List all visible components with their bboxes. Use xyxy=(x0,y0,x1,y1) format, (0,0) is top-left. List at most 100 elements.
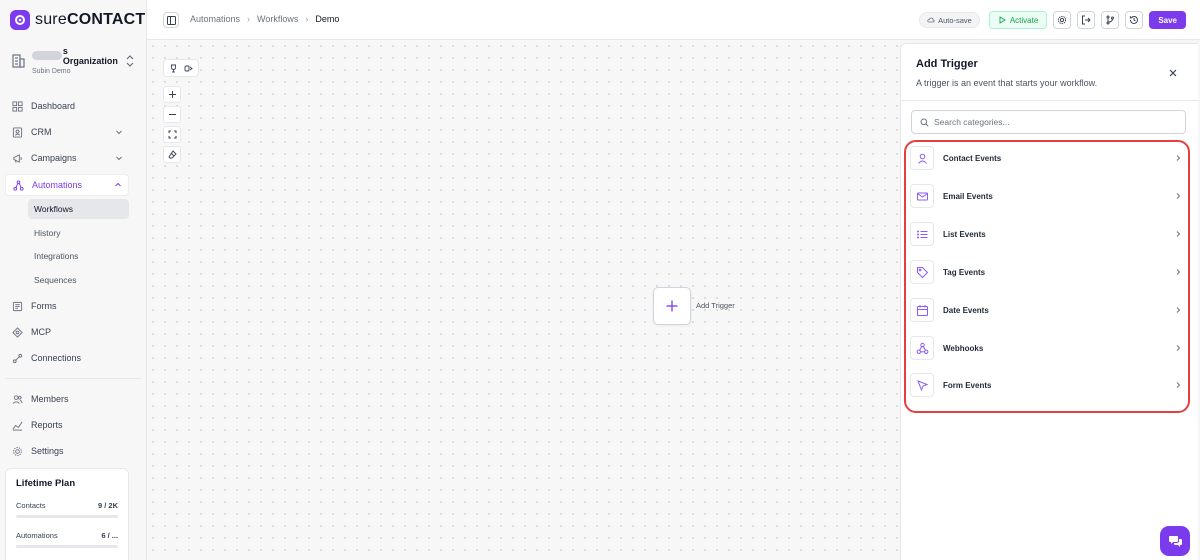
logo[interactable]: sureCONTACT xyxy=(10,10,145,30)
zoom-controls xyxy=(163,86,181,163)
nav-reports[interactable]: Reports xyxy=(5,414,129,436)
breadcrumb-current: Demo xyxy=(315,14,340,24)
gear-icon xyxy=(1058,15,1067,25)
nav-forms[interactable]: Forms xyxy=(5,295,129,317)
panel-subtitle: A trigger is an event that starts your w… xyxy=(916,78,1098,88)
category-form-events[interactable]: Form Events xyxy=(908,369,1186,401)
users-icon xyxy=(12,394,23,404)
chart-icon xyxy=(12,421,23,431)
chevron-right-icon xyxy=(1176,231,1181,237)
connector-icon[interactable] xyxy=(184,64,193,73)
fit-view-button[interactable] xyxy=(163,126,181,143)
breadcrumb-workflows[interactable]: Workflows xyxy=(257,14,298,24)
sidebar-divider xyxy=(5,378,141,379)
category-label: Date Events xyxy=(943,305,989,315)
activate-button[interactable]: Activate xyxy=(988,11,1048,29)
history-button[interactable] xyxy=(1125,11,1144,29)
sidebar-toggle-icon xyxy=(166,15,176,25)
nav-automations[interactable]: Automations xyxy=(5,174,129,196)
breadcrumb-automations[interactable]: Automations xyxy=(190,14,240,24)
workflow-canvas[interactable] xyxy=(147,40,900,560)
settings-button[interactable] xyxy=(1053,11,1072,29)
add-trigger-label: Add Trigger xyxy=(696,301,735,310)
plan-card: Lifetime Plan Contacts 9 / 2K Automations… xyxy=(5,468,129,560)
plus-icon xyxy=(168,91,176,98)
chevron-right-icon xyxy=(1176,269,1181,275)
plan-title: Lifetime Plan xyxy=(16,478,76,489)
category-label: Tag Events xyxy=(943,267,986,277)
close-icon[interactable] xyxy=(1168,68,1178,78)
category-label: Form Events xyxy=(943,380,992,390)
search-input[interactable] xyxy=(934,117,1174,127)
building-icon xyxy=(12,54,25,68)
category-label: Contact Events xyxy=(943,153,1002,163)
subnav-integrations[interactable]: Integrations xyxy=(28,246,129,266)
subnav-workflows[interactable]: Workflows xyxy=(28,199,129,219)
zoom-in-button[interactable] xyxy=(163,86,181,103)
automations-usage-bar xyxy=(16,545,118,548)
mail-icon xyxy=(916,192,928,200)
organization-name: s Organization xyxy=(32,46,125,67)
chat-bubbles-icon xyxy=(1168,535,1182,547)
nav-dashboard[interactable]: Dashboard xyxy=(5,95,129,117)
category-contact-events[interactable]: Contact Events xyxy=(908,142,1186,174)
list-icon xyxy=(916,230,927,238)
contact-card-icon xyxy=(12,126,23,138)
category-webhooks[interactable]: Webhooks xyxy=(908,332,1186,364)
zoom-out-button[interactable] xyxy=(163,106,181,123)
cloud-icon xyxy=(927,17,935,23)
category-email-events[interactable]: Email Events xyxy=(908,180,1186,212)
logo-text: sureCONTACT xyxy=(35,11,146,28)
redacted-name xyxy=(32,51,62,61)
chevron-right-icon xyxy=(1176,193,1181,199)
clear-canvas-button[interactable] xyxy=(163,146,181,163)
exit-icon xyxy=(1082,15,1092,25)
cursor-icon xyxy=(916,379,928,391)
save-button[interactable]: Save xyxy=(1149,11,1186,29)
chevron-right-icon xyxy=(1176,155,1181,161)
add-trigger-node[interactable] xyxy=(653,287,691,325)
exit-button[interactable] xyxy=(1077,11,1096,29)
nav-mcp[interactable]: MCP xyxy=(5,321,129,343)
form-icon xyxy=(12,301,23,311)
subnav-sequences[interactable]: Sequences xyxy=(28,270,129,290)
category-label: List Events xyxy=(943,229,986,239)
chat-support-button[interactable] xyxy=(1160,526,1190,556)
nav-campaigns[interactable]: Campaigns xyxy=(5,147,129,169)
megaphone-icon xyxy=(13,153,22,163)
tag-icon xyxy=(916,266,928,278)
plug-icon xyxy=(12,353,23,363)
automation-icon xyxy=(13,179,24,191)
organization-user: Subin Demo xyxy=(32,68,71,76)
category-label: Email Events xyxy=(943,191,993,201)
subnav-history[interactable]: History xyxy=(28,223,129,243)
chevron-down-icon xyxy=(116,156,122,161)
sidebar: sureCONTACT s Organization Subin Demo Da… xyxy=(0,0,147,560)
contacts-usage: Contacts 9 / 2K xyxy=(16,501,118,510)
search-box[interactable] xyxy=(911,110,1186,134)
mcp-icon xyxy=(12,326,23,338)
nav-members[interactable]: Members xyxy=(5,388,129,410)
chevron-right-icon xyxy=(1176,345,1181,351)
category-tag-events[interactable]: Tag Events xyxy=(908,256,1186,288)
nav-settings[interactable]: Settings xyxy=(5,440,129,462)
chevron-down-icon xyxy=(116,130,122,135)
organization-switcher[interactable]: s Organization Subin Demo xyxy=(10,46,135,76)
category-list-events[interactable]: List Events xyxy=(908,218,1186,250)
toolbar-actions: Auto-save Activate Save xyxy=(919,11,1186,29)
chevron-right-icon xyxy=(1176,382,1181,388)
autosave-toggle[interactable]: Auto-save xyxy=(919,12,980,28)
plus-icon xyxy=(666,300,678,312)
branch-button[interactable] xyxy=(1101,11,1120,29)
calendar-icon xyxy=(916,304,928,316)
toggle-sidebar-button[interactable] xyxy=(163,12,179,28)
nav-connections[interactable]: Connections xyxy=(5,347,129,369)
nav-crm[interactable]: CRM xyxy=(5,121,129,143)
webhook-icon xyxy=(916,342,928,354)
gear-icon xyxy=(13,446,22,456)
breadcrumb-separator-icon: › xyxy=(305,14,309,24)
panel-title: Add Trigger xyxy=(916,58,978,70)
trophy-icon[interactable] xyxy=(169,64,178,73)
history-icon xyxy=(1130,15,1139,24)
category-date-events[interactable]: Date Events xyxy=(908,294,1186,326)
